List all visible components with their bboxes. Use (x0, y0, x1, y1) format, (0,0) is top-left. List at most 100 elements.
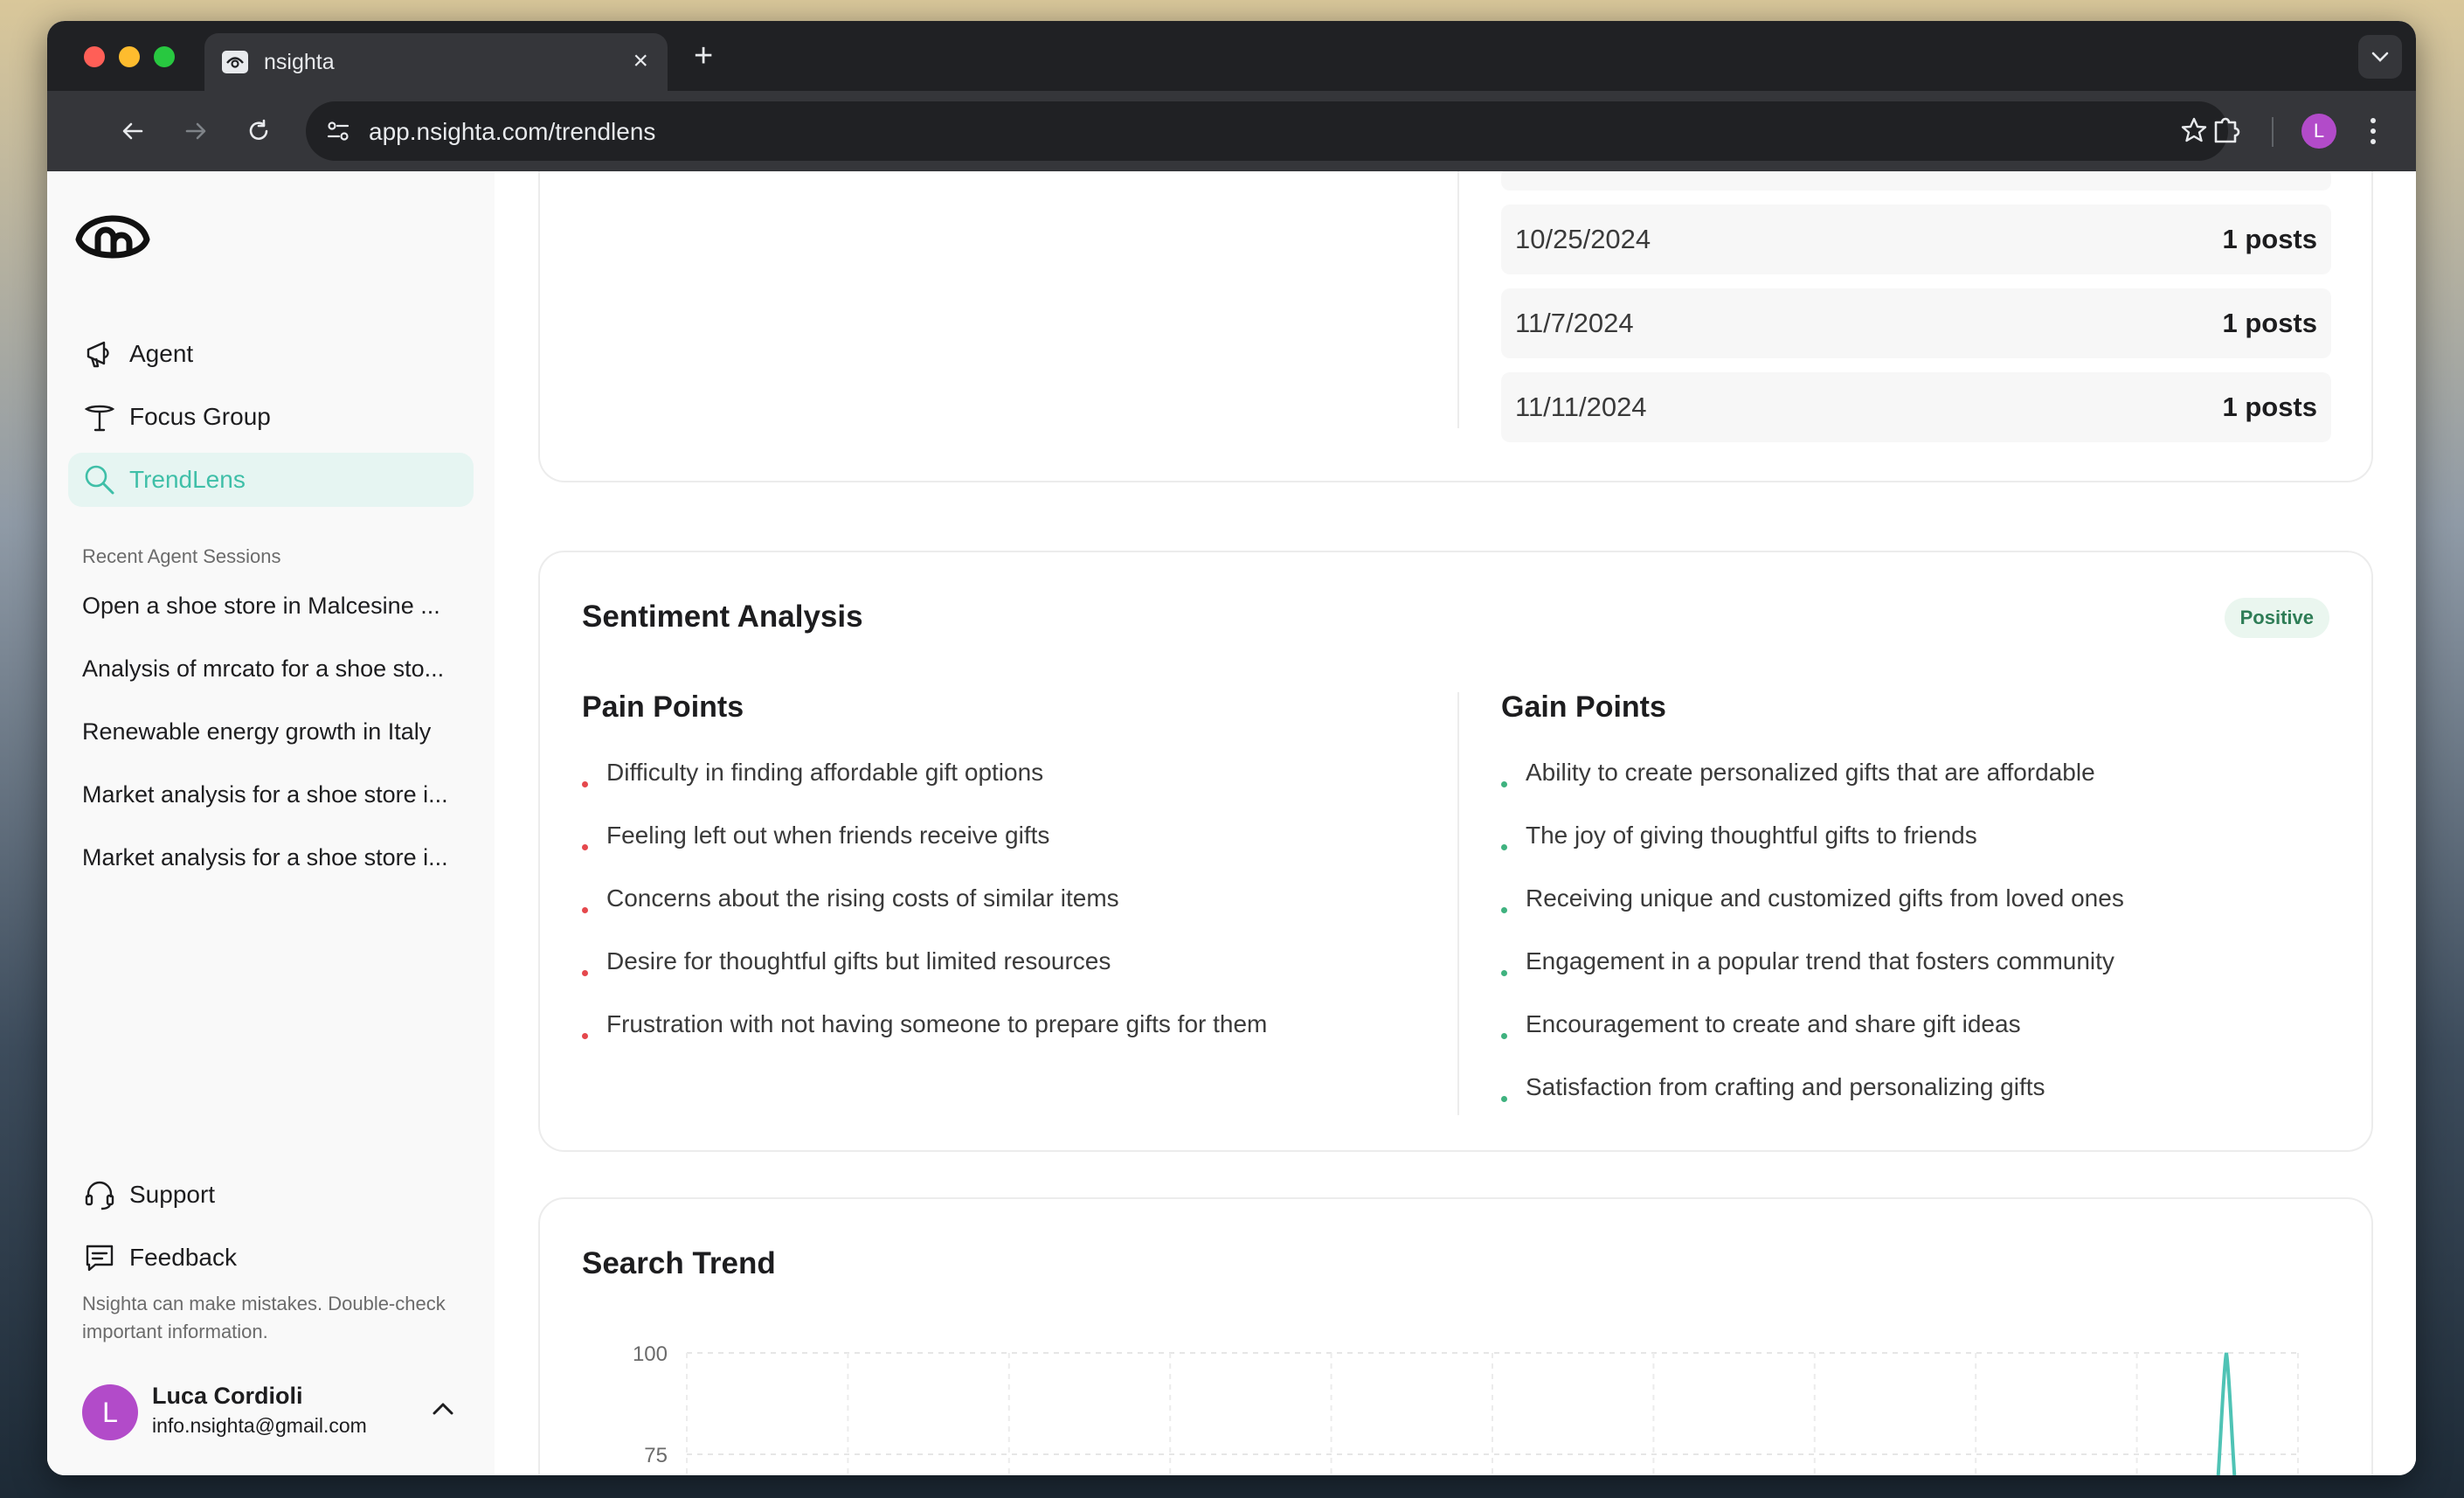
browser-tab[interactable]: nsighta × (204, 33, 668, 91)
gain-bullet (1501, 1033, 1507, 1039)
reload-icon (249, 119, 268, 140)
gain-point: Receiving unique and customized gifts fr… (1526, 884, 2124, 912)
post-count: 1 posts (2222, 392, 2317, 422)
session-item[interactable]: Open a shoe store in Malcesine ... (82, 593, 467, 620)
address-bar[interactable]: app.nsighta.com/trendlens (306, 101, 2228, 161)
sentiment-card: Sentiment Analysis Positive Pain Points … (538, 551, 2373, 1152)
tab-search-button[interactable] (2358, 35, 2402, 79)
sidebar-item-label: Focus Group (129, 403, 271, 430)
disclaimer-text: Nsighta can make mistakes. Double-check … (82, 1293, 446, 1342)
sentiment-badge: Positive (2224, 598, 2329, 638)
gain-bullet (1501, 907, 1507, 913)
post-count: 1 posts (2222, 308, 2317, 338)
pain-point: Difficulty in finding affordable gift op… (606, 759, 1044, 786)
sentiment-title: Sentiment Analysis (582, 600, 863, 634)
feedback-icon (82, 1240, 117, 1275)
extensions-puzzle-icon[interactable] (2209, 112, 2244, 147)
pain-bullet (582, 1033, 588, 1039)
back-button[interactable] (115, 114, 150, 149)
trend-line (2216, 1352, 2237, 1475)
y-tick-label: 100 (633, 1342, 668, 1366)
sidebar-item-agent[interactable]: Agent (68, 327, 474, 381)
pain-point: Concerns about the rising costs of simil… (606, 884, 1119, 912)
focus-group-icon (82, 399, 117, 434)
site-info-icon[interactable] (325, 118, 351, 144)
chevron-up-icon[interactable] (428, 1398, 458, 1419)
search-trend-chart: 100 75 (633, 1342, 2299, 1475)
user-name: Luca Cordioli (152, 1383, 303, 1409)
sidebar-item-label: TrendLens (129, 466, 246, 493)
post-date: 11/7/2024 (1515, 308, 1634, 338)
bookmark-star-icon[interactable] (2179, 115, 2209, 145)
search-trend-card: Search Trend 100 75 (538, 1197, 2373, 1475)
date-row: 11/7/2024 1 posts (1501, 288, 2331, 358)
pain-bullet (582, 781, 588, 787)
arrow-right-icon (185, 122, 206, 140)
gain-bullet (1501, 781, 1507, 787)
close-tab-icon[interactable]: × (633, 45, 648, 77)
chevron-down-icon (2371, 52, 2389, 62)
sidebar-item-label: Support (129, 1181, 216, 1208)
browser-toolbar: app.nsighta.com/trendlens L (47, 91, 2416, 171)
nsighta-logo-icon[interactable] (73, 203, 152, 267)
pain-points-title: Pain Points (582, 690, 744, 724)
pain-point: Frustration with not having someone to p… (606, 1010, 1268, 1037)
column-divider (1457, 171, 1459, 428)
minimize-window-button[interactable] (119, 46, 140, 67)
gain-bullet (1501, 1096, 1507, 1102)
gain-bullet (1501, 970, 1507, 976)
tab-bar: nsighta × + (47, 21, 2416, 91)
gain-point: Encouragement to create and share gift i… (1526, 1010, 2021, 1037)
gain-point: Satisfaction from crafting and personali… (1526, 1073, 2045, 1100)
new-tab-icon[interactable]: + (694, 38, 713, 73)
user-email: info.nsighta@gmail.com (152, 1414, 367, 1437)
sidebar-item-focus-group[interactable]: Focus Group (68, 390, 474, 444)
post-count: 1 posts (2222, 224, 2317, 254)
main-content: 10/25/2024 1 posts 11/7/2024 1 posts 11/… (495, 171, 2416, 1475)
profile-avatar[interactable]: L (2301, 114, 2336, 149)
sidebar-item-label: Feedback (129, 1244, 237, 1271)
reload-button[interactable] (241, 114, 276, 149)
app-root: Agent Focus Group TrendLens Recent Agent… (47, 171, 2416, 1475)
date-row: 10/25/2024 1 posts (1501, 205, 2331, 274)
sidebar-item-trendlens[interactable]: TrendLens (68, 453, 474, 507)
post-date: 11/11/2024 (1515, 392, 1647, 422)
pain-point: Feeling left out when friends receive gi… (606, 822, 1050, 849)
post-date: 10/25/2024 (1515, 224, 1651, 254)
column-divider (1457, 692, 1459, 1115)
gain-points-title: Gain Points (1501, 690, 1666, 724)
date-row-partial (1501, 171, 2331, 191)
user-avatar[interactable]: L (82, 1384, 138, 1440)
toolbar-divider (2272, 117, 2274, 147)
tab-title: nsighta (264, 50, 335, 74)
pain-bullet (582, 970, 588, 976)
headset-icon (82, 1177, 117, 1212)
posts-card: 10/25/2024 1 posts 11/7/2024 1 posts 11/… (538, 171, 2373, 482)
sidebar-item-support[interactable]: Support (68, 1168, 474, 1222)
sidebar-item-feedback[interactable]: Feedback (68, 1231, 474, 1285)
session-item[interactable]: Renewable energy growth in Italy (82, 718, 467, 746)
session-item[interactable]: Analysis of mrcato for a shoe sto... (82, 655, 467, 683)
gain-point: The joy of giving thoughtful gifts to fr… (1526, 822, 1977, 849)
pain-bullet (582, 907, 588, 913)
date-row: 11/11/2024 1 posts (1501, 372, 2331, 442)
megaphone-icon (82, 336, 117, 371)
maximize-window-button[interactable] (154, 46, 175, 67)
recent-sessions-label: Recent Agent Sessions (82, 545, 281, 567)
gain-point: Ability to create personalized gifts tha… (1526, 759, 2095, 786)
gain-bullet (1501, 844, 1507, 850)
url-text: app.nsighta.com/trendlens (369, 118, 656, 145)
nsighta-favicon-icon (222, 51, 248, 73)
sidebar-item-label: Agent (129, 340, 194, 367)
close-window-button[interactable] (84, 46, 105, 67)
session-item[interactable]: Market analysis for a shoe store i... (82, 781, 467, 808)
arrow-left-icon (122, 122, 143, 140)
browser-window: nsighta × + app.nsighta.com/trendlens L … (47, 21, 2416, 1475)
session-item[interactable]: Market analysis for a shoe store i... (82, 844, 467, 871)
pain-bullet (582, 844, 588, 850)
forward-button[interactable] (178, 114, 213, 149)
sidebar: Agent Focus Group TrendLens Recent Agent… (47, 171, 495, 1475)
pain-point: Desire for thoughtful gifts but limited … (606, 947, 1111, 974)
more-menu-icon[interactable] (2364, 114, 2382, 149)
search-icon (82, 462, 117, 497)
